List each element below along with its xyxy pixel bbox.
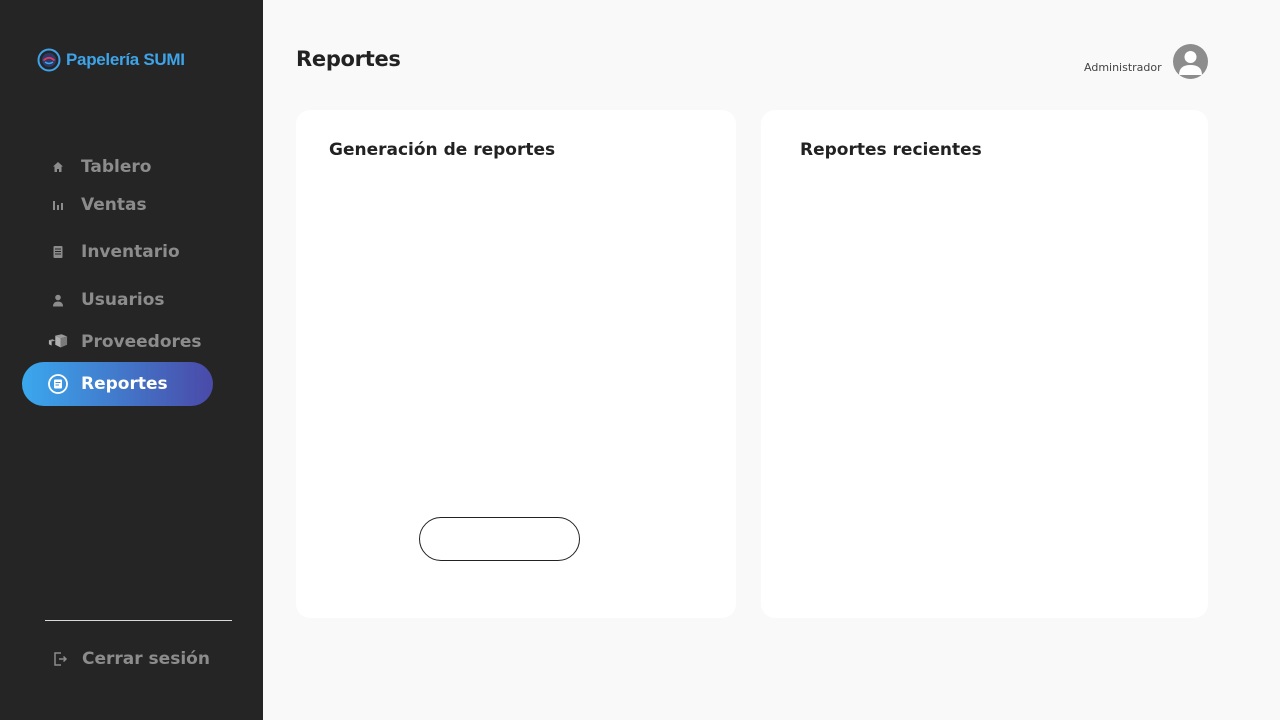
report-icon [48, 374, 68, 394]
bar-chart-icon [48, 195, 68, 215]
recent-reports-card: Reportes recientes [761, 110, 1208, 618]
app-name: Papelería SUMI [66, 50, 185, 69]
sidebar-item-label: Inventario [81, 242, 180, 262]
user-avatar-icon [1179, 51, 1202, 75]
sidebar-item-reportes[interactable]: Reportes [22, 362, 213, 406]
sidebar-item-label: Ventas [81, 195, 147, 215]
sidebar-item-inventario[interactable]: Inventario [22, 230, 213, 274]
sidebar-item-label: Reportes [81, 374, 168, 394]
boxes-icon [48, 332, 68, 352]
sidebar: Papelería SUMI Tablero Ventas Inventario… [0, 0, 263, 720]
generate-report-button[interactable] [419, 517, 580, 561]
page-title: Reportes [296, 47, 401, 71]
home-icon [48, 157, 68, 177]
user-icon [48, 290, 68, 310]
user-role-label: Administrador [1084, 61, 1162, 74]
report-generation-title: Generación de reportes [329, 140, 556, 160]
logout-button[interactable]: Cerrar sesión [45, 640, 235, 678]
sidebar-item-usuarios[interactable]: Usuarios [22, 278, 213, 322]
report-generation-card: Generación de reportes [296, 110, 736, 618]
sidebar-item-proveedores[interactable]: Proveedores [22, 320, 213, 364]
sidebar-item-label: Proveedores [81, 332, 202, 352]
logout-icon [50, 649, 70, 669]
logo-icon [37, 48, 61, 72]
sidebar-item-ventas[interactable]: Ventas [22, 183, 213, 227]
sidebar-divider [45, 620, 232, 621]
logout-label: Cerrar sesión [82, 649, 210, 669]
app-logo[interactable]: Papelería SUMI [37, 48, 185, 72]
user-avatar[interactable] [1173, 44, 1208, 79]
document-icon [48, 242, 68, 262]
recent-reports-title: Reportes recientes [800, 140, 982, 160]
sidebar-item-label: Tablero [81, 157, 152, 177]
sidebar-item-label: Usuarios [81, 290, 165, 310]
